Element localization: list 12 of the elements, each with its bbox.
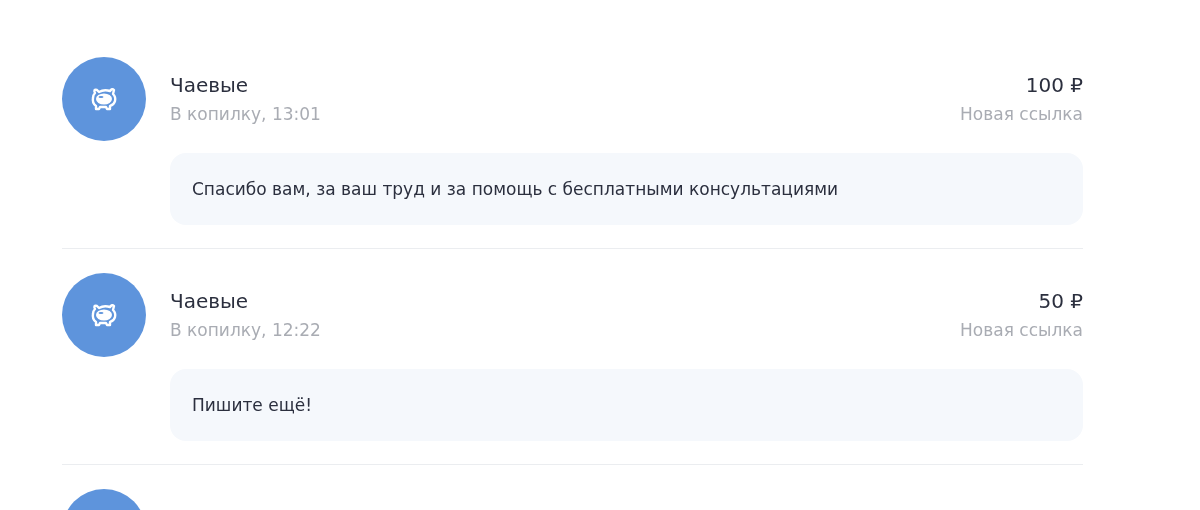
- payment-amount: 100 ₽: [1025, 73, 1083, 97]
- payment-subtitle: В копилку, 13:01: [170, 103, 321, 125]
- payment-title: Чаевые: [170, 73, 249, 97]
- piggy-bank-icon: [90, 87, 118, 111]
- payment-source: Новая ссылка: [960, 103, 1083, 125]
- message-bubble: Спасибо вам, за ваш труд и за помощь с бесплатными консультациями: [170, 153, 1083, 225]
- piggy-bank-icon: [90, 303, 118, 327]
- payment-amount: 50 ₽: [1038, 289, 1083, 313]
- payment-source: Новая ссылка: [960, 319, 1083, 341]
- payment-title: Чаевые: [170, 289, 249, 313]
- payment-subtitle: В копилку, 12:22: [170, 319, 321, 341]
- message-bubble: Пишите ещё!: [170, 369, 1083, 441]
